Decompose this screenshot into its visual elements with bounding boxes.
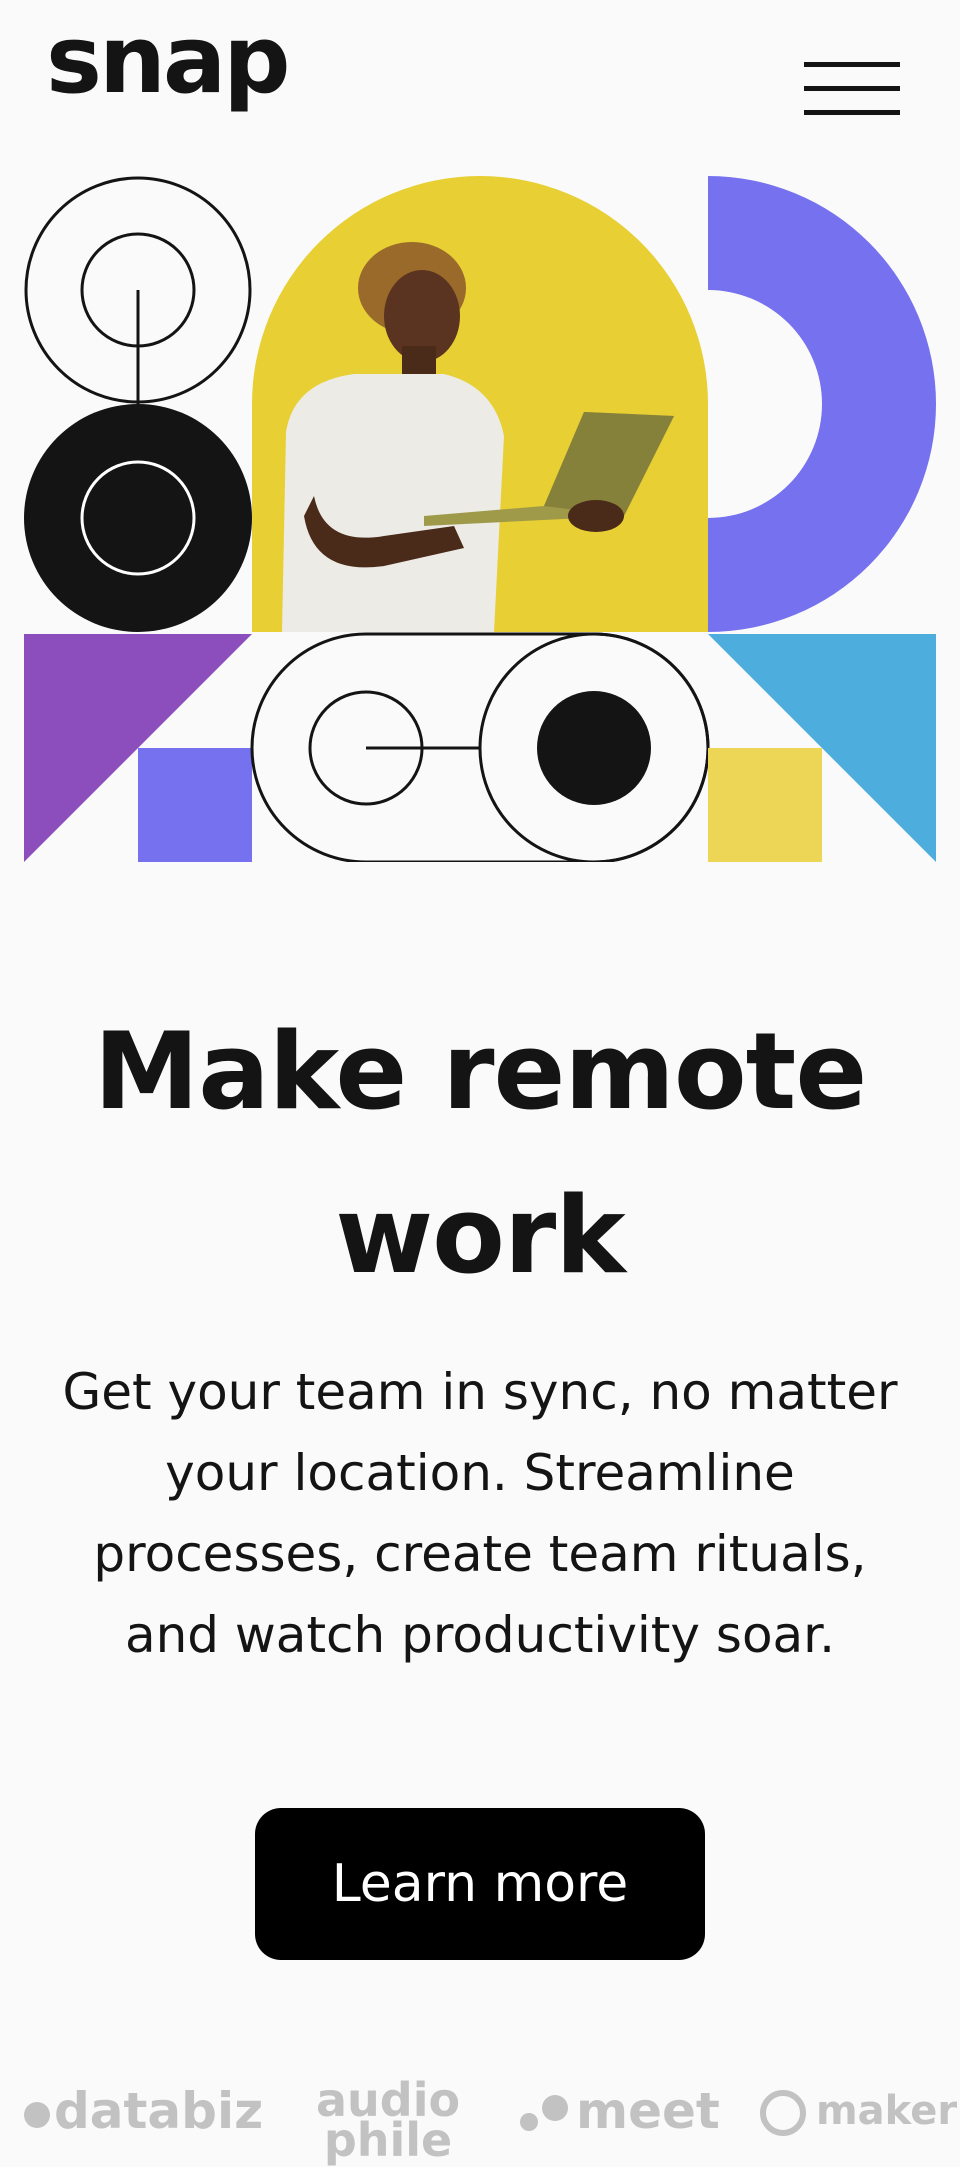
- page-title: Make remote work: [93, 1010, 867, 1297]
- menu-bar: [804, 62, 900, 67]
- black-circle-shape: [24, 404, 252, 632]
- outline-circle-shape: [24, 176, 252, 406]
- meet-logo: meet: [520, 2082, 720, 2140]
- audiophile-logo: audio phile: [316, 2073, 461, 2167]
- databiz-dot-icon: [24, 2101, 50, 2128]
- meet-dots-icon: [520, 2094, 576, 2135]
- snap-logo[interactable]: snap: [46, 14, 291, 108]
- photo-arch: [252, 176, 708, 632]
- client-logos: databiz audio phile meet maker: [0, 2060, 960, 2167]
- menu-bar: [804, 110, 900, 115]
- hamburger-menu-icon[interactable]: [800, 56, 904, 122]
- indigo-square-shape: [138, 748, 252, 862]
- hero-illustration: [24, 176, 936, 862]
- sand-square-shape: [708, 748, 822, 862]
- databiz-logo: databiz: [24, 2082, 263, 2140]
- black-dot-shape: [537, 691, 651, 805]
- site-header: snap: [0, 0, 960, 170]
- learn-more-button[interactable]: Learn more: [255, 1808, 705, 1960]
- menu-bar: [804, 86, 900, 91]
- maker-ring-icon: [760, 2090, 806, 2136]
- indigo-arc-shape: [708, 176, 936, 632]
- hero-description: Get your team in sync, no matter your lo…: [62, 1363, 898, 1664]
- maker-logo: maker: [760, 2088, 957, 2136]
